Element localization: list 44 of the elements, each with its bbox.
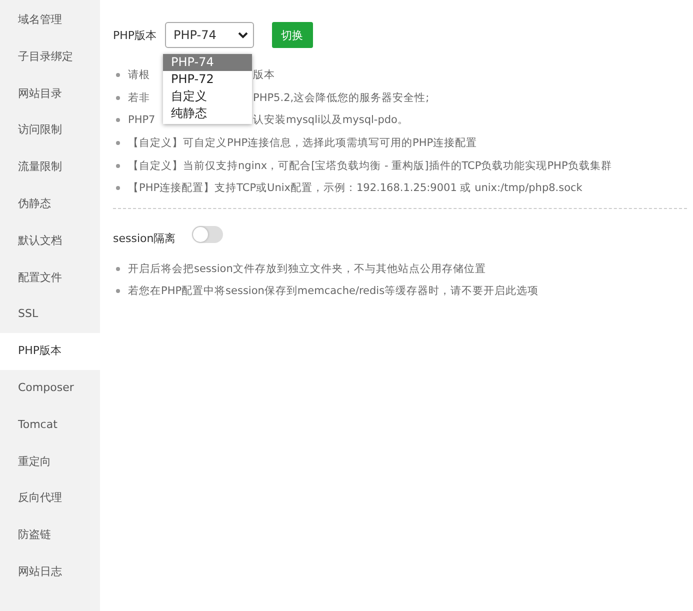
sidebar-item[interactable]: 域名管理: [0, 2, 100, 39]
sidebar-item[interactable]: 网站日志: [0, 554, 100, 591]
sidebar-item[interactable]: 防盗链: [0, 517, 100, 554]
dropdown-option[interactable]: 自定义: [163, 88, 252, 105]
sidebar-item[interactable]: 伪静态: [0, 186, 100, 223]
sidebar-item[interactable]: 反向代理: [0, 480, 100, 518]
toggle-switch[interactable]: [192, 226, 223, 243]
note-text: 版本: [253, 68, 275, 82]
session-label: session隔离: [113, 230, 176, 246]
note-text: 开启后将会把session文件存放到独立文件夹，不与其他站点公用存储位置: [128, 262, 486, 276]
sidebar-item[interactable]: SSL: [0, 296, 100, 334]
note-text: 【自定义】当前仅支持nginx，可配合[宝塔负载均衡 - 重构版]插件的TCP负载功能实现PHP负载集群: [128, 158, 612, 173]
bullet-dot: [116, 164, 120, 168]
chevron-down-icon: [238, 32, 248, 38]
note-text: 【自定义】可自定义PHP连接信息，选择此项需填写可用的PHP连接配置: [128, 136, 478, 150]
dropdown-option[interactable]: PHP-72: [163, 71, 252, 88]
bullet-dot: [116, 73, 120, 78]
bullet-dot: [116, 266, 120, 271]
php-version-select[interactable]: PHP-74: [164, 22, 254, 48]
bullet-dot: [116, 186, 120, 190]
note-text: 【PHP连接配置】支持TCP或Unix配置，示例：192.168.1.25:9001 或 unix:/tmp/php8.sock: [128, 181, 582, 196]
sidebar-item[interactable]: 配置文件: [0, 260, 100, 296]
sidebar-item[interactable]: Tomcat: [0, 406, 100, 444]
dropdown-option[interactable]: PHP-74: [163, 54, 252, 71]
sidebar-item[interactable]: 流量限制: [0, 149, 100, 186]
php-version-label: PHP版本: [113, 28, 157, 42]
bullet-dot: [116, 141, 120, 146]
sidebar-item[interactable]: 子目录绑定: [0, 38, 100, 76]
sidebar-item[interactable]: 网站目录: [0, 76, 100, 112]
sidebar-item[interactable]: 重定向: [0, 444, 100, 480]
bullet-dot: [116, 118, 120, 122]
note-text: 认安装mysqli以及mysql-pdo。: [253, 113, 408, 128]
bullet-dot: [116, 96, 120, 100]
note-text: 若非: [128, 92, 150, 104]
sidebar-item[interactable]: 访问限制: [0, 112, 100, 150]
note-text: 请根: [128, 69, 150, 82]
sidebar-item[interactable]: Composer: [0, 370, 100, 407]
dropdown-option[interactable]: 纯静态: [163, 105, 252, 122]
bullet-dot: [116, 289, 120, 294]
note-text: PHP7: [128, 114, 156, 126]
sidebar-item[interactable]: 默认文档: [0, 222, 100, 260]
sidebar-item[interactable]: PHP版本: [0, 333, 100, 370]
note-text: 若您在PHP配置中将session保存到memcache/redis等缓存器时，请不要开启此选项: [128, 284, 539, 298]
note-text: PHP5.2,这会降低您的服务器安全性;: [253, 90, 430, 105]
